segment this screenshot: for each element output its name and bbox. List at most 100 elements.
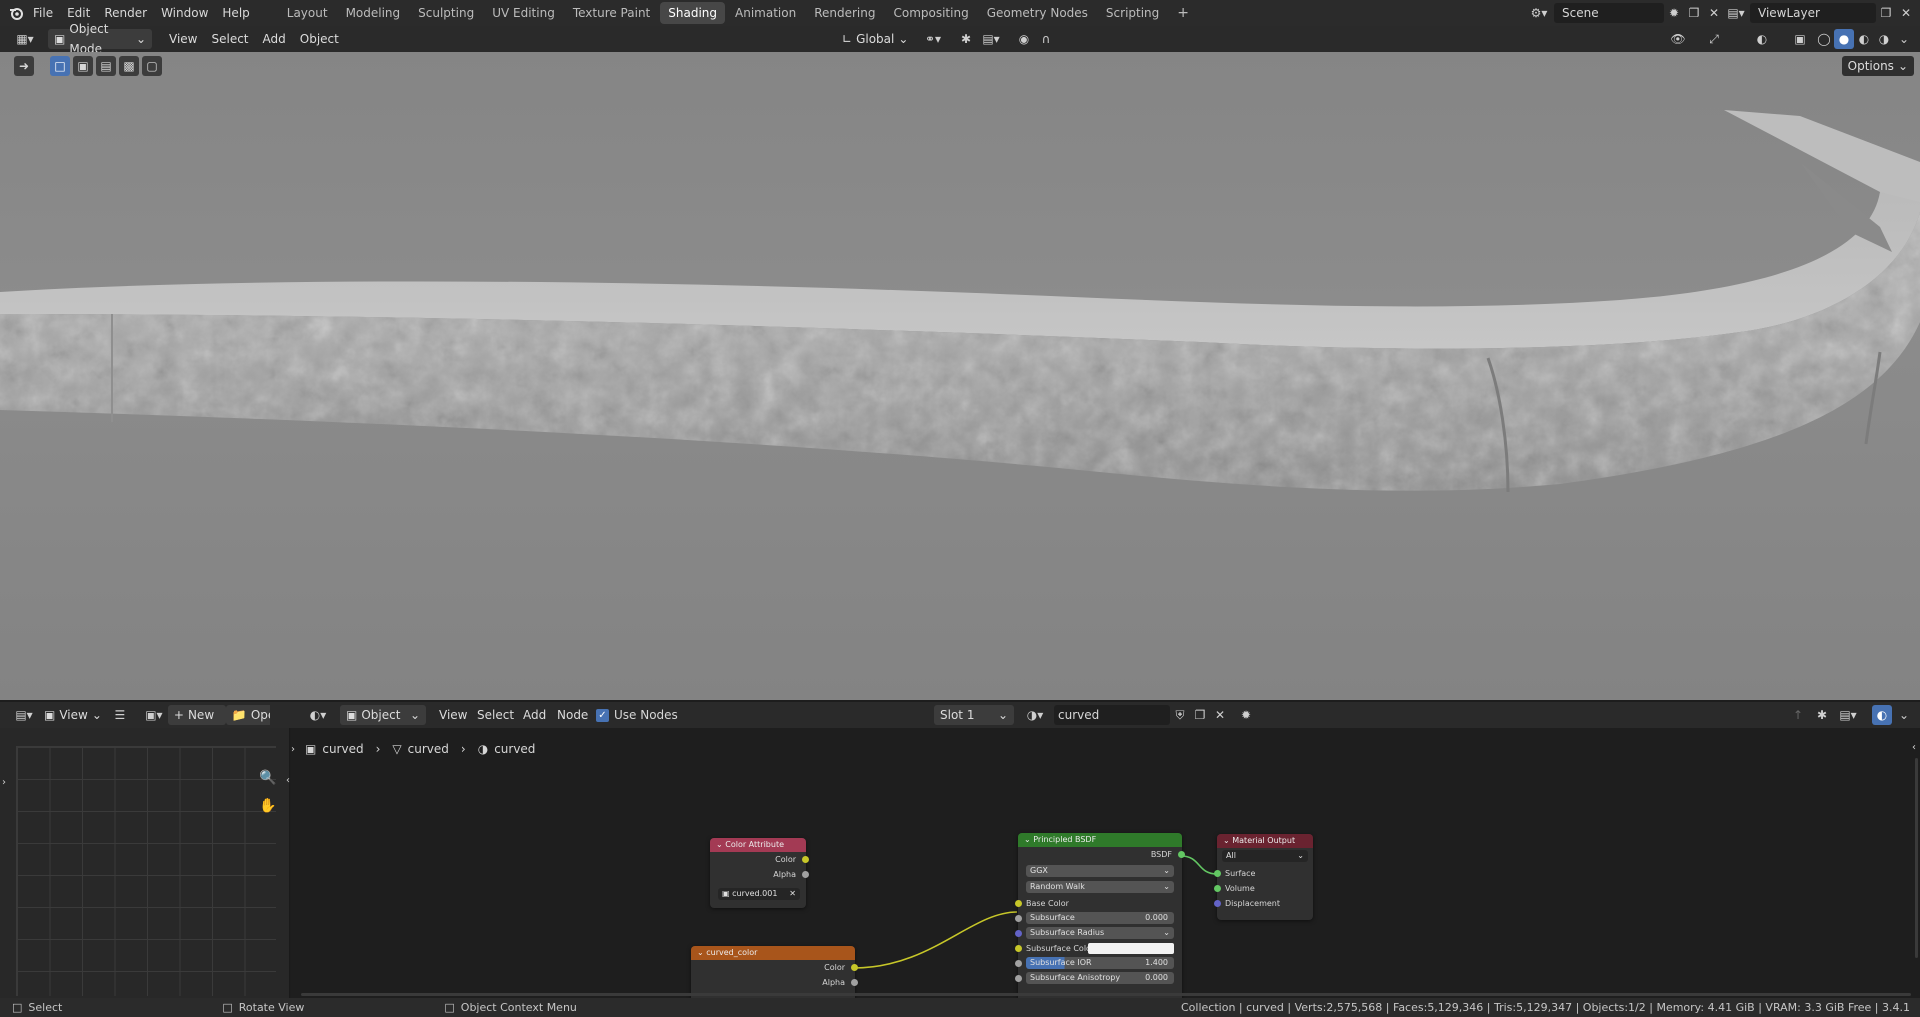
- close-view-layer-icon[interactable]: ✕: [1896, 3, 1916, 23]
- socket-surface[interactable]: [1214, 870, 1221, 877]
- tab-geometry-nodes[interactable]: Geometry Nodes: [979, 2, 1096, 24]
- distribution-dropdown[interactable]: GGX ⌄: [1026, 865, 1174, 877]
- overlay-icon[interactable]: ◐: [1748, 29, 1776, 49]
- socket-subsurface-ior[interactable]: [1015, 960, 1022, 967]
- shading-options-chevron-icon[interactable]: ⌄: [1894, 29, 1914, 49]
- subsurface-field[interactable]: Subsurface 0.000: [1026, 912, 1174, 924]
- unlink-material-icon[interactable]: ✕: [1210, 705, 1230, 725]
- image-browse-icon[interactable]: ▣▾: [140, 705, 168, 725]
- parent-node-tree-icon[interactable]: ↑: [1788, 705, 1808, 725]
- image-editor[interactable]: 🔍 ✋ › ‹: [0, 728, 290, 998]
- clear-attribute-icon[interactable]: ✕: [789, 888, 796, 900]
- tab-rendering[interactable]: Rendering: [806, 2, 883, 24]
- object-mode-dropdown[interactable]: ▣ Object Mode ⌄: [48, 22, 152, 56]
- image-view-dropdown[interactable]: ▣ View ⌄: [38, 705, 108, 725]
- duplicate-material-icon[interactable]: ❐: [1190, 705, 1210, 725]
- image-editor-type-icon[interactable]: ▤▾: [10, 705, 38, 725]
- shader-type-dropdown[interactable]: ▣ Object ⌄: [340, 705, 426, 725]
- tab-animation[interactable]: Animation: [727, 2, 804, 24]
- horizontal-scrollbar[interactable]: [301, 993, 1911, 996]
- subsurface-color-swatch[interactable]: [1088, 943, 1174, 954]
- menu-help[interactable]: Help: [215, 0, 256, 26]
- shader-node-editor[interactable]: › ▣ curved › ▽ curved › ◑ curved ‹ ⌄ Col…: [291, 728, 1920, 998]
- shader-editor-type-icon[interactable]: ◐▾: [304, 705, 332, 725]
- collapse-chevron-icon[interactable]: ⌄: [697, 948, 704, 957]
- socket-base-color[interactable]: [1015, 900, 1022, 907]
- expand-toolbar-icon[interactable]: ›: [291, 744, 295, 755]
- view-layer-icon[interactable]: ▤▾: [1722, 3, 1750, 23]
- tab-sculpting[interactable]: Sculpting: [410, 2, 482, 24]
- snap-element-icon[interactable]: ▤▾: [1834, 705, 1862, 725]
- socket-subsurface-anisotropy[interactable]: [1015, 975, 1022, 982]
- tab-uv-editing[interactable]: UV Editing: [484, 2, 563, 24]
- new-image-button[interactable]: + New: [167, 705, 226, 725]
- gizmo-icon[interactable]: ⤢: [1700, 29, 1728, 49]
- zoom-icon[interactable]: 🔍: [258, 768, 278, 788]
- pivot-point-icon[interactable]: ⚭▾: [920, 29, 946, 49]
- curved-color-node[interactable]: ⌄ curved_color Color Alpha: [691, 946, 858, 998]
- render-target-dropdown[interactable]: All ⌄: [1222, 850, 1308, 862]
- node-menu-node[interactable]: Node: [550, 705, 595, 725]
- visibility-icon[interactable]: 👁: [1664, 29, 1692, 49]
- tab-layout[interactable]: Layout: [279, 2, 336, 24]
- editor-type-icon[interactable]: ▦▾: [10, 29, 40, 49]
- transform-orientation-dropdown[interactable]: ∟ Global ⌄: [836, 29, 914, 49]
- principled-bsdf-node[interactable]: ⌄ Principled BSDF BSDF GGX ⌄ Random Walk…: [1015, 833, 1185, 998]
- expand-node-sidebar-icon[interactable]: ‹: [1912, 742, 1916, 753]
- socket-displacement[interactable]: [1214, 900, 1221, 907]
- subsurface-method-dropdown[interactable]: Random Walk ⌄: [1026, 881, 1174, 893]
- open-image-button[interactable]: 📁 Open: [225, 705, 270, 725]
- socket-volume[interactable]: [1214, 885, 1221, 892]
- material-name-field[interactable]: curved: [1054, 705, 1170, 725]
- pin-icon[interactable]: ✹: [1236, 705, 1256, 725]
- material-output-node[interactable]: ⌄ Material Output All ⌄ Surface Volume D…: [1214, 834, 1313, 920]
- falloff-icon[interactable]: ∩: [1036, 29, 1056, 49]
- overlay-chevron-icon[interactable]: ⌄: [1894, 705, 1914, 725]
- checkbox-icon[interactable]: ✓: [596, 708, 609, 722]
- node-header[interactable]: ⌄ Principled BSDF: [1018, 833, 1182, 847]
- fake-user-shield-icon[interactable]: ⛨: [1170, 705, 1190, 725]
- view-layer-name-field[interactable]: ViewLayer: [1750, 3, 1876, 23]
- viewport-menu-select[interactable]: Select: [204, 29, 255, 49]
- wireframe-shading-icon[interactable]: ◯: [1814, 29, 1834, 49]
- subsurface-anisotropy-field[interactable]: Subsurface Anisotropy 0.000: [1026, 972, 1174, 984]
- material-shading-icon[interactable]: ◐: [1854, 29, 1874, 49]
- new-view-layer-icon[interactable]: ❐: [1876, 3, 1896, 23]
- viewport-menu-add[interactable]: Add: [256, 29, 293, 49]
- tab-shading[interactable]: Shading: [660, 2, 725, 24]
- socket-alpha[interactable]: [802, 871, 809, 878]
- subsurface-radius-field[interactable]: Subsurface Radius ⌄: [1026, 927, 1174, 939]
- use-nodes-toggle[interactable]: ✓ Use Nodes: [596, 705, 678, 725]
- expand-sidebar-left-icon[interactable]: ›: [0, 772, 14, 792]
- socket-color[interactable]: [802, 856, 809, 863]
- socket-subsurface-color[interactable]: [1015, 945, 1022, 952]
- proportional-edit-icon[interactable]: ◉: [1014, 29, 1034, 49]
- pin-icon[interactable]: ✹: [1664, 3, 1684, 23]
- solid-shading-icon[interactable]: ●: [1834, 29, 1854, 49]
- collapse-chevron-icon[interactable]: ⌄: [716, 840, 723, 849]
- rendered-shading-icon[interactable]: ◑: [1874, 29, 1894, 49]
- node-menu-select[interactable]: Select: [470, 705, 521, 725]
- menu-file[interactable]: File: [26, 0, 60, 26]
- tab-texture-paint[interactable]: Texture Paint: [565, 2, 658, 24]
- node-menu-view[interactable]: View: [432, 705, 474, 725]
- 3d-viewport[interactable]: ➜ □ ▣ ▤ ▩ ▢ Options ⌄: [0, 52, 1920, 700]
- socket-subsurface[interactable]: [1015, 915, 1022, 922]
- collapse-chevron-icon[interactable]: ⌄: [1223, 836, 1230, 845]
- node-menu-add[interactable]: Add: [516, 705, 553, 725]
- xray-icon[interactable]: ▣: [1790, 29, 1810, 49]
- blender-logo-icon[interactable]: [6, 3, 26, 23]
- close-scene-icon[interactable]: ✕: [1704, 3, 1724, 23]
- add-workspace-button[interactable]: +: [1169, 2, 1197, 24]
- pan-hand-icon[interactable]: ✋: [258, 796, 278, 816]
- node-overlay-icon[interactable]: ◐: [1872, 705, 1892, 725]
- tab-modeling[interactable]: Modeling: [338, 2, 409, 24]
- vertical-scrollbar[interactable]: [1915, 758, 1918, 958]
- material-browse-icon[interactable]: ◑▾: [1020, 705, 1050, 725]
- node-snap-icon[interactable]: ✱: [1812, 705, 1832, 725]
- snap-icon[interactable]: ✱: [956, 29, 976, 49]
- snap-target-icon[interactable]: ▤▾: [978, 29, 1004, 49]
- viewport-menu-view[interactable]: View: [162, 29, 204, 49]
- node-header[interactable]: ⌄ Color Attribute: [710, 838, 806, 852]
- color-attribute-node[interactable]: ⌄ Color Attribute Color Alpha ▣ curved.0…: [710, 838, 809, 908]
